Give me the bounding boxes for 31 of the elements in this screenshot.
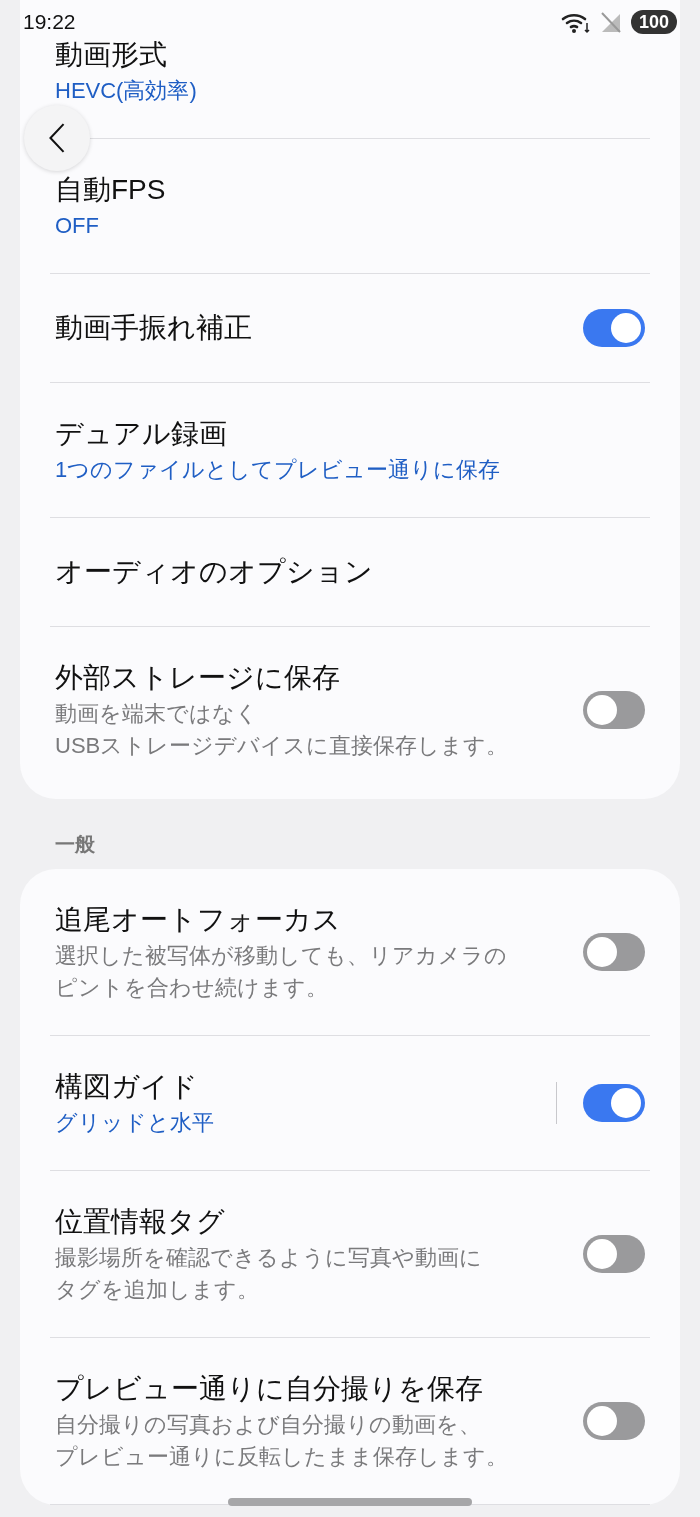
toggle-switch[interactable] [583, 309, 645, 347]
setting-description: プレビュー通りに反転したまま保存します。 [55, 1443, 508, 1471]
setting-description: 撮影場所を確認できるように写真や動画に [55, 1244, 482, 1272]
setting-value: HEVC(高効率) [55, 77, 197, 105]
setting-description: 自分撮りの写真および自分撮りの動画を、 [55, 1411, 481, 1439]
setting-title[interactable]: デュアル録画 [55, 414, 227, 454]
setting-title[interactable]: 自動FPS [55, 170, 166, 210]
setting-title[interactable]: 追尾オートフォーカス [55, 900, 341, 940]
toggle-switch[interactable] [583, 1402, 645, 1440]
section-header: 一般 [55, 832, 95, 857]
setting-description: タグを追加します。 [55, 1276, 259, 1304]
toggle-switch[interactable] [583, 933, 645, 971]
setting-title[interactable]: 動画形式 [55, 35, 167, 75]
setting-title[interactable]: 構図ガイド [55, 1067, 198, 1107]
setting-description: USBストレージデバイスに直接保存します。 [55, 732, 509, 760]
setting-value: OFF [55, 212, 99, 240]
setting-value: グリッドと水平 [55, 1109, 214, 1137]
setting-value: 1つのファイルとしてプレビュー通りに保存 [55, 456, 501, 484]
status-time: 19:22 [23, 9, 76, 35]
setting-title[interactable]: プレビュー通りに自分撮りを保存 [55, 1369, 483, 1409]
setting-description: 選択した被写体が移動しても、リアカメラの [55, 942, 507, 970]
setting-title[interactable]: 位置情報タグ [55, 1202, 225, 1242]
toggle-switch[interactable] [583, 691, 645, 729]
setting-title[interactable]: オーディオのオプション [55, 552, 373, 592]
setting-title[interactable]: 動画手振れ補正 [55, 308, 252, 348]
setting-description: 動画を端末ではなく [55, 700, 258, 728]
back-icon [48, 122, 66, 154]
toggle-switch[interactable] [583, 1084, 645, 1122]
setting-title[interactable]: 外部ストレージに保存 [55, 658, 340, 698]
toggle-switch[interactable] [583, 1235, 645, 1273]
setting-description: ピントを合わせ続けます。 [55, 974, 328, 1002]
